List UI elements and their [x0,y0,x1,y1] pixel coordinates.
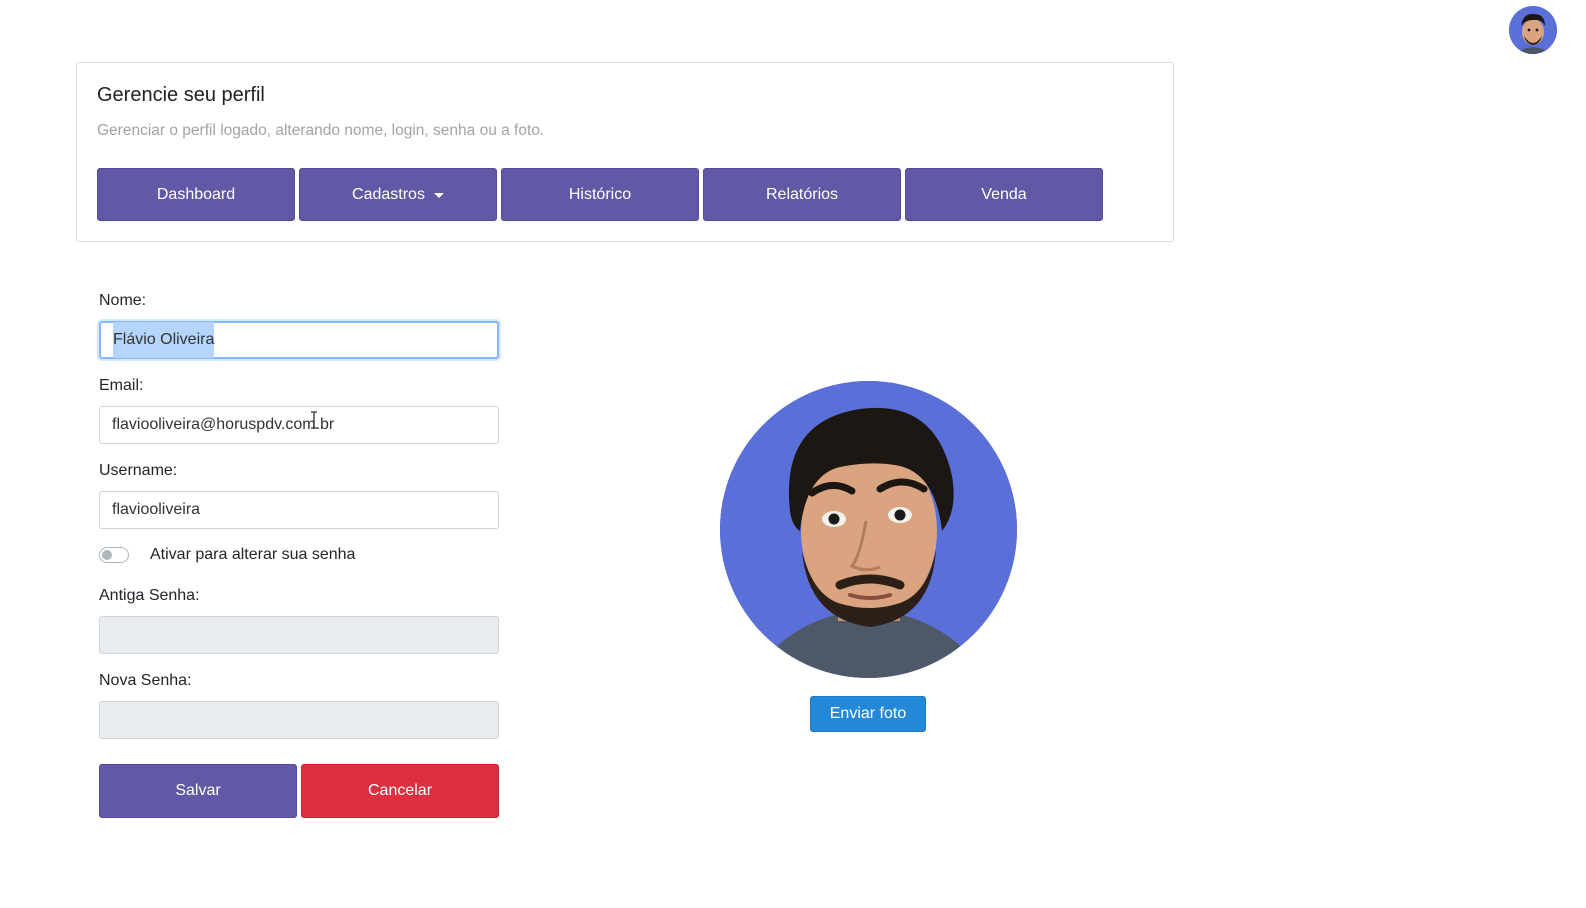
password-toggle-row: Ativar para alterar sua senha [99,546,355,564]
save-button[interactable]: Salvar [99,764,297,818]
nav-relatorios-button[interactable]: Relatórios [703,168,901,221]
nav-dashboard-label: Dashboard [156,185,236,203]
upload-photo-label: Enviar foto [829,705,907,722]
toggle-knob [102,550,112,560]
email-label: Email: [99,377,144,394]
nav-venda-label: Venda [981,185,1027,203]
username-label: Username: [99,462,178,479]
email-input-value: flaviooliveira@horuspdv.com.br [112,416,335,433]
new-password-input[interactable] [99,701,499,739]
name-input-value: Flávio Oliveira [113,322,215,358]
name-input[interactable]: Flávio Oliveira [99,321,499,359]
nav-relatorios-label: Relatórios [765,185,839,203]
old-password-label: Antiga Senha: [99,587,200,604]
i-beam-cursor-icon [311,411,317,429]
nav-cadastros-label: Cadastros [352,185,425,203]
nav-historico-button[interactable]: Histórico [501,168,699,221]
nav-cadastros-dropdown[interactable]: Cadastros [299,168,497,221]
cancel-button-label: Cancelar [367,782,433,799]
profile-face-image [720,381,1017,678]
profile-header-card: Gerencie seu perfil Gerenciar o perfil l… [76,62,1174,242]
profile-photo [720,381,1017,678]
main-nav: Dashboard Cadastros Histórico Relatórios… [97,168,1103,221]
page-title: Gerencie seu perfil [97,84,265,106]
nav-historico-label: Histórico [568,185,632,203]
nav-dashboard-button[interactable]: Dashboard [97,168,295,221]
upload-photo-button[interactable]: Enviar foto [810,696,926,732]
email-input[interactable]: flaviooliveira@horuspdv.com.br [99,406,499,444]
cancel-button[interactable]: Cancelar [301,764,499,818]
old-password-input[interactable] [99,616,499,654]
page-subtitle: Gerenciar o perfil logado, alterando nom… [97,122,545,139]
username-input-value: flaviooliveira [112,501,201,518]
user-avatar[interactable] [1509,6,1557,54]
name-label: Nome: [99,292,147,309]
save-button-label: Salvar [175,782,221,799]
nav-venda-button[interactable]: Venda [905,168,1103,221]
avatar-face-icon [1509,6,1557,54]
username-input[interactable]: flaviooliveira [99,491,499,529]
change-password-toggle-label: Ativar para alterar sua senha [150,546,356,563]
change-password-toggle[interactable] [99,547,129,563]
new-password-label: Nova Senha: [99,672,192,689]
caret-down-icon [433,193,444,198]
